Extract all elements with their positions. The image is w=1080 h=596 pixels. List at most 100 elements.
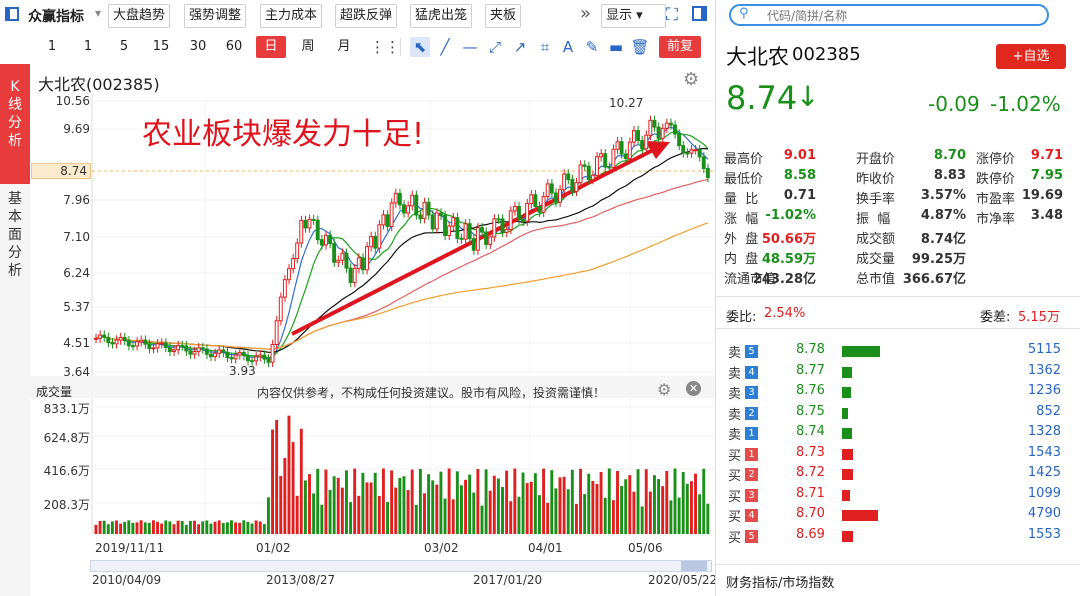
highlighter-icon[interactable]: ✎ (582, 37, 602, 57)
ask-row[interactable]: 卖 1 8.74 1328 (716, 424, 1080, 444)
tab-fundamental-analysis[interactable]: 基本面分析 (0, 184, 30, 297)
volume-bar (406, 490, 410, 534)
weicha-label: 委差: (980, 310, 1011, 325)
ray-icon[interactable]: ↗ (510, 37, 530, 57)
display-dropdown[interactable]: 显示 ▾ (601, 4, 666, 28)
period-day[interactable]: 日 (256, 36, 286, 58)
volume-bar (221, 523, 225, 534)
candle-body (393, 192, 398, 204)
candle-body (566, 173, 571, 181)
candle-body (648, 119, 653, 136)
candle-body (586, 165, 591, 181)
cursor-icon[interactable]: ⬉ (410, 37, 430, 57)
bid-row[interactable]: 买 5 8.69 1553 (716, 527, 1080, 547)
bid-row[interactable]: 买 4 8.70 4790 (716, 506, 1080, 526)
period-60[interactable]: 60 (221, 36, 247, 58)
volume-bar (164, 520, 168, 534)
candle-body (615, 141, 620, 150)
line-draw-icon[interactable]: ╱ (435, 37, 455, 57)
candle-body (151, 347, 156, 350)
adjust-button[interactable]: 前复 (659, 36, 701, 58)
tab-zhuli[interactable]: 主力成本 (260, 4, 323, 28)
volume-bar (106, 524, 110, 534)
layout-icon[interactable] (5, 7, 19, 21)
fullscreen-icon[interactable]: ⛶ (666, 5, 678, 25)
period-1[interactable]: 1 (76, 36, 100, 58)
tab-qiangshi[interactable]: 强势调整 (184, 4, 247, 28)
tab-dapan[interactable]: 大盘趋势 (108, 4, 171, 28)
bid-row[interactable]: 买 2 8.72 1425 (716, 465, 1080, 485)
order-volume-bar (842, 510, 878, 521)
range-tick: 2017/01/20 (473, 573, 543, 587)
segment-icon[interactable]: ⤢ (485, 37, 505, 57)
volume-close-icon[interactable]: ✕ (686, 381, 701, 396)
side-label: 卖 (728, 387, 742, 402)
text-icon[interactable]: A (558, 37, 578, 57)
range-slider[interactable] (90, 560, 712, 572)
toolbar-divider (400, 38, 401, 56)
ask-row[interactable]: 卖 3 8.76 1236 (716, 383, 1080, 403)
ask-row[interactable]: 卖 4 8.77 1362 (716, 363, 1080, 383)
delete-icon[interactable]: 🗑 (630, 37, 650, 57)
volume-bar (98, 521, 102, 534)
indicators-dropdown-icon[interactable]: ▾ (95, 6, 101, 20)
period-month[interactable]: 月 (331, 36, 357, 58)
volume-bar (369, 482, 373, 534)
period-week[interactable]: 周 (295, 36, 321, 58)
quote-value: 243.28亿 (752, 272, 816, 287)
order-volume-bar (842, 428, 852, 439)
range-slider-window[interactable] (681, 561, 707, 571)
bid-row[interactable]: 买 3 8.71 1099 (716, 486, 1080, 506)
period-30[interactable]: 30 (185, 36, 211, 58)
chart-settings-icon[interactable]: ⚙ (683, 69, 699, 90)
search-box[interactable]: ⚲ (729, 4, 1049, 26)
tab-chaodie[interactable]: 超跌反弹 (335, 4, 398, 28)
grid-icon[interactable]: ⋮⋮ (370, 37, 400, 57)
footer-tab[interactable]: 财务指标/市场指数 (726, 572, 834, 591)
order-price: 8.69 (796, 526, 825, 542)
candle-body (578, 164, 583, 184)
ask-row[interactable]: 卖 2 8.75 852 (716, 404, 1080, 424)
volume-bar (599, 471, 603, 534)
ask-row[interactable]: 卖 5 8.78 5115 (716, 342, 1080, 362)
candle-body (455, 217, 460, 239)
volume-bar (579, 468, 582, 534)
tab-jiaban[interactable]: 夹板 (485, 4, 522, 28)
volume-bar (266, 497, 270, 534)
tab-menghu[interactable]: 猛虎出笼 (410, 4, 473, 28)
volume-bar (250, 523, 254, 534)
candle-body (143, 339, 148, 345)
candle-body (582, 164, 587, 167)
volume-title: 成交量 (36, 385, 73, 399)
volume-bar (283, 458, 287, 534)
candle-body (176, 345, 181, 351)
high-marker: 10.27 (609, 96, 644, 110)
more-tabs-icon[interactable]: » (580, 3, 591, 24)
candle-body (607, 166, 612, 169)
volume-tick: 833.1万 (43, 402, 90, 416)
order-volume: 4790 (1027, 506, 1061, 521)
candle-body (611, 148, 616, 168)
candle-body (545, 183, 550, 198)
hline-icon[interactable]: — (460, 37, 480, 57)
volume-bar (591, 481, 595, 534)
candle-body (529, 194, 534, 205)
line-style-icon[interactable]: ▬ (606, 37, 626, 57)
volume-settings-icon[interactable]: ⚙ (657, 380, 671, 399)
candle-body (422, 201, 427, 220)
bid-row[interactable]: 买 1 8.73 1543 (716, 445, 1080, 465)
candle-body (447, 225, 452, 237)
add-watch-button[interactable]: +自选 (996, 44, 1066, 69)
candle-body (278, 296, 283, 322)
period-5[interactable]: 5 (112, 36, 136, 58)
candle-body (516, 205, 521, 221)
candle-body (188, 350, 193, 355)
period-1min[interactable]: 1 (40, 36, 64, 58)
sidebar-toggle-icon[interactable] (692, 6, 707, 21)
candle-body (553, 192, 558, 203)
tab-kline-analysis[interactable]: K线分析 (0, 64, 30, 184)
rect-crop-icon[interactable]: ⌗ (535, 37, 555, 57)
period-15[interactable]: 15 (148, 36, 174, 58)
search-input[interactable] (765, 7, 1039, 25)
volume-bar (648, 491, 652, 534)
